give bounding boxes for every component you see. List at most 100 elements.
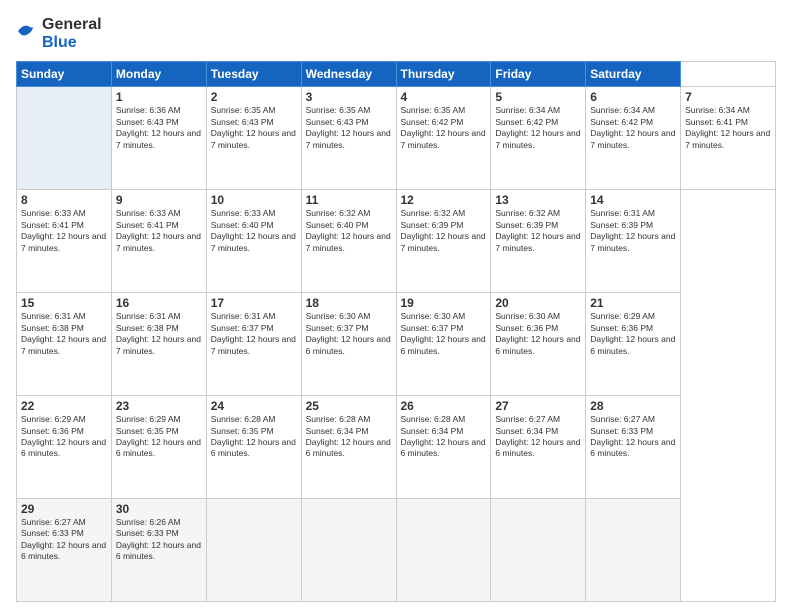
day-number: 12 [401,193,487,207]
logo-general: General [42,16,102,34]
day-cell: 11 Sunrise: 6:32 AMSunset: 6:40 PMDaylig… [301,190,396,293]
calendar-week-row: 8 Sunrise: 6:33 AMSunset: 6:41 PMDayligh… [17,190,776,293]
day-number: 7 [685,90,771,104]
cell-text: Sunrise: 6:34 AMSunset: 6:42 PMDaylight:… [590,105,675,149]
day-number: 13 [495,193,581,207]
day-number: 3 [306,90,392,104]
day-cell: 19 Sunrise: 6:30 AMSunset: 6:37 PMDaylig… [396,293,491,396]
day-cell: 1 Sunrise: 6:36 AMSunset: 6:43 PMDayligh… [111,87,206,190]
day-cell: 8 Sunrise: 6:33 AMSunset: 6:41 PMDayligh… [17,190,112,293]
cell-text: Sunrise: 6:35 AMSunset: 6:43 PMDaylight:… [211,105,296,149]
cell-text: Sunrise: 6:29 AMSunset: 6:36 PMDaylight:… [590,311,675,355]
day-cell: 25 Sunrise: 6:28 AMSunset: 6:34 PMDaylig… [301,396,396,499]
day-cell: 23 Sunrise: 6:29 AMSunset: 6:35 PMDaylig… [111,396,206,499]
cell-text: Sunrise: 6:28 AMSunset: 6:35 PMDaylight:… [211,414,296,458]
cell-text: Sunrise: 6:33 AMSunset: 6:40 PMDaylight:… [211,208,296,252]
empty-cell [17,87,112,190]
day-cell: 20 Sunrise: 6:30 AMSunset: 6:36 PMDaylig… [491,293,586,396]
calendar-week-row: 1 Sunrise: 6:36 AMSunset: 6:43 PMDayligh… [17,87,776,190]
day-number: 10 [211,193,297,207]
col-header-saturday: Saturday [586,62,681,87]
day-cell: 26 Sunrise: 6:28 AMSunset: 6:34 PMDaylig… [396,396,491,499]
cell-text: Sunrise: 6:30 AMSunset: 6:36 PMDaylight:… [495,311,580,355]
day-cell: 22 Sunrise: 6:29 AMSunset: 6:36 PMDaylig… [17,396,112,499]
day-cell: 12 Sunrise: 6:32 AMSunset: 6:39 PMDaylig… [396,190,491,293]
cell-text: Sunrise: 6:30 AMSunset: 6:37 PMDaylight:… [306,311,391,355]
day-cell: 27 Sunrise: 6:27 AMSunset: 6:34 PMDaylig… [491,396,586,499]
day-number: 2 [211,90,297,104]
day-number: 29 [21,502,107,516]
calendar-week-row: 15 Sunrise: 6:31 AMSunset: 6:38 PMDaylig… [17,293,776,396]
day-cell: 15 Sunrise: 6:31 AMSunset: 6:38 PMDaylig… [17,293,112,396]
day-number: 5 [495,90,581,104]
day-number: 25 [306,399,392,413]
day-cell: 17 Sunrise: 6:31 AMSunset: 6:37 PMDaylig… [206,293,301,396]
calendar-header-row: SundayMondayTuesdayWednesdayThursdayFrid… [17,62,776,87]
day-number: 26 [401,399,487,413]
cell-text: Sunrise: 6:33 AMSunset: 6:41 PMDaylight:… [116,208,201,252]
day-number: 17 [211,296,297,310]
day-number: 28 [590,399,676,413]
cell-text: Sunrise: 6:27 AMSunset: 6:33 PMDaylight:… [590,414,675,458]
header: General Blue [16,16,776,51]
day-number: 4 [401,90,487,104]
day-number: 15 [21,296,107,310]
logo-bird-icon [16,21,36,41]
day-cell: 21 Sunrise: 6:29 AMSunset: 6:36 PMDaylig… [586,293,681,396]
day-cell: 24 Sunrise: 6:28 AMSunset: 6:35 PMDaylig… [206,396,301,499]
day-cell: 6 Sunrise: 6:34 AMSunset: 6:42 PMDayligh… [586,87,681,190]
day-number: 21 [590,296,676,310]
day-number: 14 [590,193,676,207]
cell-text: Sunrise: 6:27 AMSunset: 6:33 PMDaylight:… [21,517,106,561]
col-header-sunday: Sunday [17,62,112,87]
logo: General Blue [16,16,102,51]
cell-text: Sunrise: 6:35 AMSunset: 6:42 PMDaylight:… [401,105,486,149]
cell-text: Sunrise: 6:29 AMSunset: 6:36 PMDaylight:… [21,414,106,458]
day-number: 18 [306,296,392,310]
col-header-friday: Friday [491,62,586,87]
cell-text: Sunrise: 6:31 AMSunset: 6:39 PMDaylight:… [590,208,675,252]
day-cell: 29 Sunrise: 6:27 AMSunset: 6:33 PMDaylig… [17,499,112,602]
day-number: 27 [495,399,581,413]
empty-cell [586,499,681,602]
cell-text: Sunrise: 6:31 AMSunset: 6:37 PMDaylight:… [211,311,296,355]
empty-cell [396,499,491,602]
calendar-week-row: 29 Sunrise: 6:27 AMSunset: 6:33 PMDaylig… [17,499,776,602]
cell-text: Sunrise: 6:34 AMSunset: 6:41 PMDaylight:… [685,105,770,149]
empty-cell [491,499,586,602]
col-header-monday: Monday [111,62,206,87]
cell-text: Sunrise: 6:33 AMSunset: 6:41 PMDaylight:… [21,208,106,252]
cell-text: Sunrise: 6:32 AMSunset: 6:40 PMDaylight:… [306,208,391,252]
cell-text: Sunrise: 6:36 AMSunset: 6:43 PMDaylight:… [116,105,201,149]
day-cell: 30 Sunrise: 6:26 AMSunset: 6:33 PMDaylig… [111,499,206,602]
cell-text: Sunrise: 6:28 AMSunset: 6:34 PMDaylight:… [306,414,391,458]
day-cell: 2 Sunrise: 6:35 AMSunset: 6:43 PMDayligh… [206,87,301,190]
empty-cell [301,499,396,602]
cell-text: Sunrise: 6:32 AMSunset: 6:39 PMDaylight:… [495,208,580,252]
day-number: 11 [306,193,392,207]
day-number: 6 [590,90,676,104]
cell-text: Sunrise: 6:30 AMSunset: 6:37 PMDaylight:… [401,311,486,355]
calendar-table: SundayMondayTuesdayWednesdayThursdayFrid… [16,61,776,602]
cell-text: Sunrise: 6:29 AMSunset: 6:35 PMDaylight:… [116,414,201,458]
day-number: 16 [116,296,202,310]
day-cell: 14 Sunrise: 6:31 AMSunset: 6:39 PMDaylig… [586,190,681,293]
day-number: 9 [116,193,202,207]
col-header-wednesday: Wednesday [301,62,396,87]
day-number: 8 [21,193,107,207]
logo-blue: Blue [42,34,102,52]
cell-text: Sunrise: 6:28 AMSunset: 6:34 PMDaylight:… [401,414,486,458]
day-cell: 7 Sunrise: 6:34 AMSunset: 6:41 PMDayligh… [681,87,776,190]
empty-cell [206,499,301,602]
day-cell: 5 Sunrise: 6:34 AMSunset: 6:42 PMDayligh… [491,87,586,190]
day-cell: 13 Sunrise: 6:32 AMSunset: 6:39 PMDaylig… [491,190,586,293]
cell-text: Sunrise: 6:31 AMSunset: 6:38 PMDaylight:… [116,311,201,355]
day-cell: 3 Sunrise: 6:35 AMSunset: 6:43 PMDayligh… [301,87,396,190]
day-cell: 18 Sunrise: 6:30 AMSunset: 6:37 PMDaylig… [301,293,396,396]
col-header-thursday: Thursday [396,62,491,87]
day-number: 22 [21,399,107,413]
day-cell: 4 Sunrise: 6:35 AMSunset: 6:42 PMDayligh… [396,87,491,190]
cell-text: Sunrise: 6:31 AMSunset: 6:38 PMDaylight:… [21,311,106,355]
cell-text: Sunrise: 6:27 AMSunset: 6:34 PMDaylight:… [495,414,580,458]
cell-text: Sunrise: 6:26 AMSunset: 6:33 PMDaylight:… [116,517,201,561]
